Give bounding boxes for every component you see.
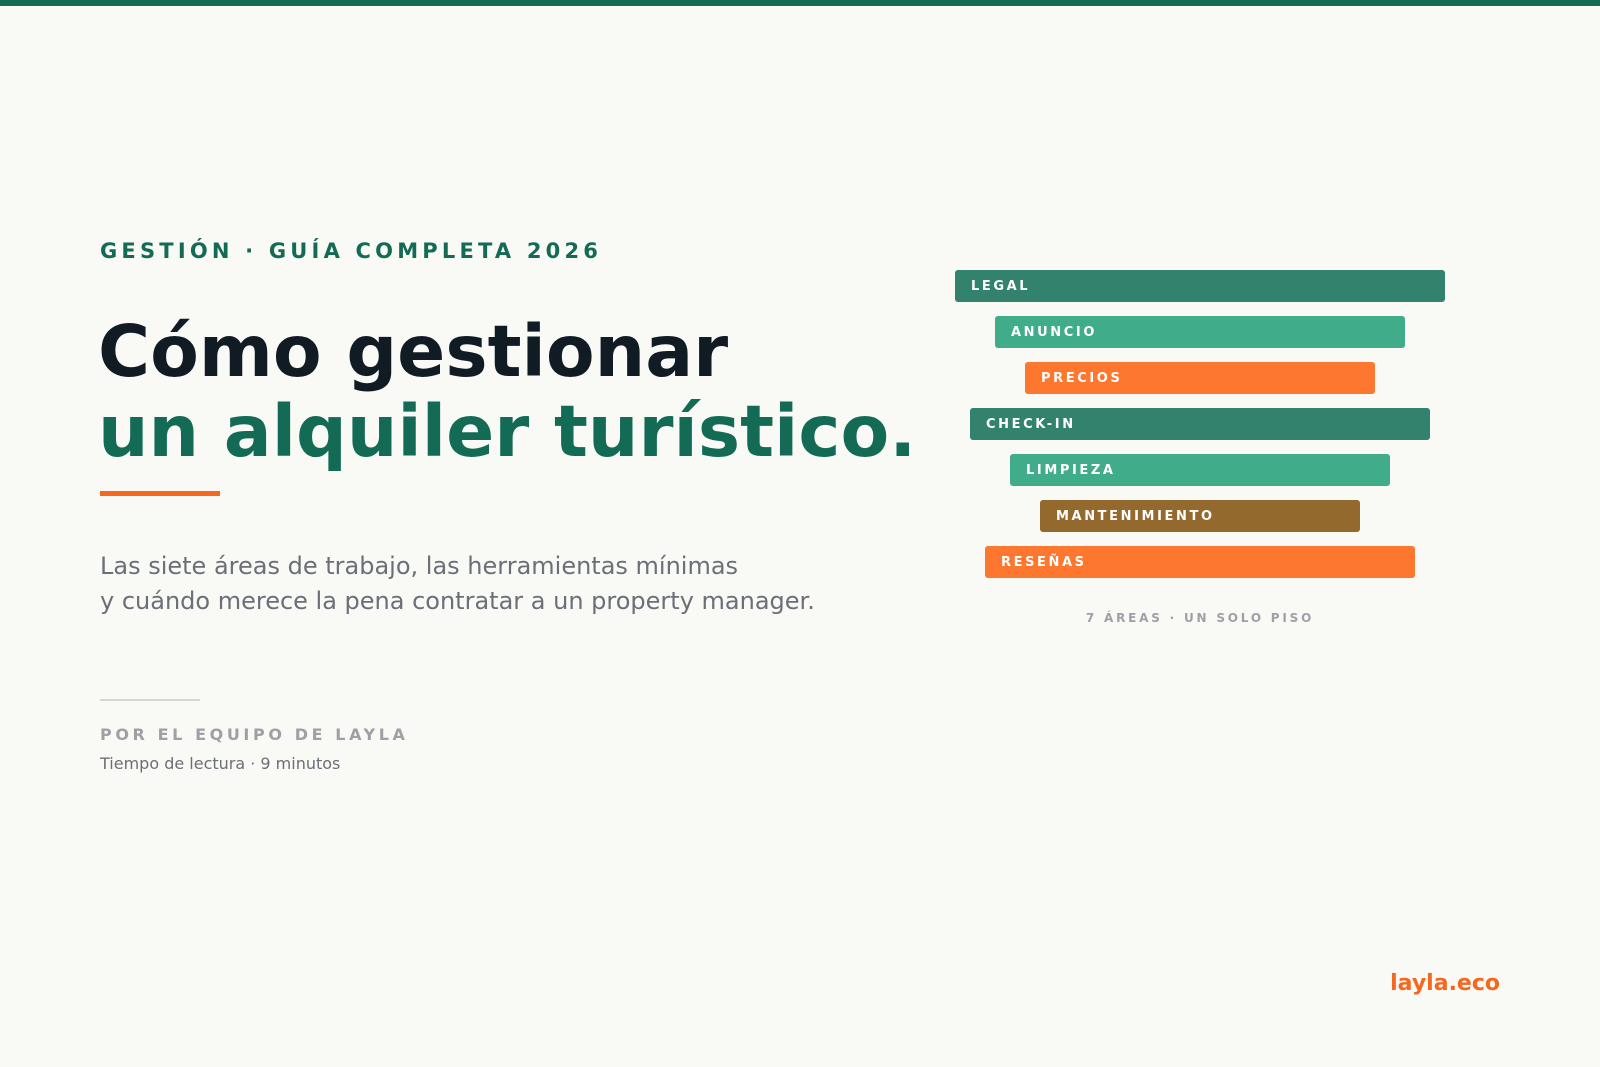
reading-time: Tiempo de lectura · 9 minutos: [100, 754, 341, 773]
area-label: CHECK-IN: [986, 416, 1076, 432]
area-label: LEGAL: [971, 278, 1031, 294]
area-label: LIMPIEZA: [1026, 462, 1116, 478]
subtitle-line-2: y cuándo merece la pena contratar a un p…: [100, 587, 815, 615]
area-bar-legal: LEGAL: [955, 270, 1445, 302]
area-label: PRECIOS: [1041, 370, 1123, 386]
title-line-1: Cómo gestionar: [98, 310, 729, 393]
eyebrow-category: GESTIÓN · GUÍA COMPLETA 2026: [100, 239, 603, 263]
byline-divider: [100, 699, 200, 701]
byline-author: POR EL EQUIPO DE LAYLA: [100, 725, 409, 744]
area-bar-resenas: RESEÑAS: [985, 546, 1415, 578]
area-bar-precios: PRECIOS: [1025, 362, 1375, 394]
page-title: Cómo gestionar un alquiler turístico.: [98, 312, 916, 472]
subtitle-line-1: Las siete áreas de trabajo, las herramie…: [100, 552, 739, 580]
brand-link[interactable]: layla.eco: [1390, 970, 1500, 998]
area-label: MANTENIMIENTO: [1056, 508, 1215, 524]
areas-stack: LEGAL ANUNCIO PRECIOS CHECK-IN LIMPIEZA …: [0, 0, 1600, 1067]
subtitle: Las siete áreas de trabajo, las herramie…: [100, 549, 815, 619]
title-underline: [100, 491, 220, 496]
area-label: ANUNCIO: [1011, 324, 1098, 340]
title-line-2: un alquiler turístico.: [98, 390, 917, 473]
area-bar-check-in: CHECK-IN: [970, 408, 1430, 440]
area-bar-anuncio: ANUNCIO: [995, 316, 1405, 348]
area-label: RESEÑAS: [1001, 554, 1087, 570]
area-bar-limpieza: LIMPIEZA: [1010, 454, 1390, 486]
areas-caption: 7 ÁREAS · UN SOLO PISO: [1085, 611, 1315, 625]
top-accent-bar: [0, 0, 1600, 6]
area-bar-mantenimiento: MANTENIMIENTO: [1040, 500, 1360, 532]
